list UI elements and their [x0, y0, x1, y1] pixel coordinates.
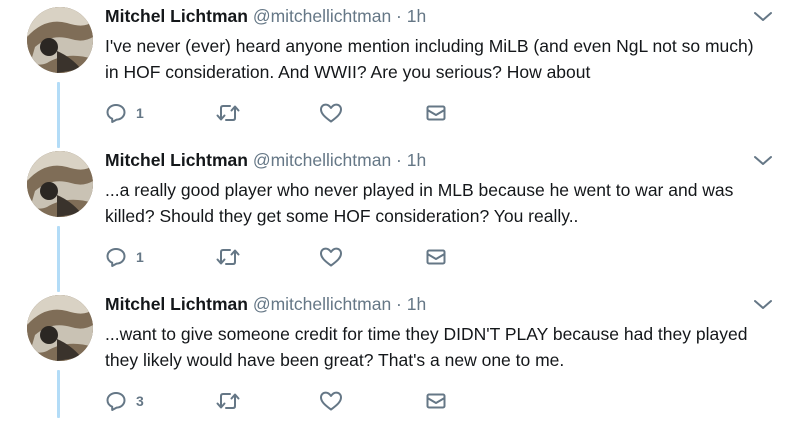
chevron-down-icon[interactable]: [752, 154, 774, 168]
reply-button[interactable]: 1: [105, 100, 144, 126]
tweet-actions: 3: [105, 388, 465, 414]
tweet-header: Mitchel Lichtman @mitchellichtman · 1h: [105, 6, 426, 27]
envelope-icon: [425, 390, 447, 412]
retweet-button[interactable]: [215, 100, 241, 126]
message-button[interactable]: [425, 100, 447, 126]
tweet-actions: 1: [105, 100, 465, 126]
reply-icon: [105, 102, 127, 124]
timestamp[interactable]: 1h: [407, 6, 426, 26]
message-button[interactable]: [425, 244, 447, 270]
heart-icon: [319, 246, 343, 268]
tweet[interactable]: Mitchel Lichtman @mitchellichtman · 1h .…: [0, 144, 800, 288]
message-button[interactable]: [425, 388, 447, 414]
timestamp[interactable]: 1h: [407, 150, 426, 170]
avatar-photo: [27, 295, 93, 361]
tweet[interactable]: Mitchel Lichtman @mitchellichtman · 1h I…: [0, 0, 800, 144]
avatar-photo: [27, 7, 93, 73]
avatar[interactable]: [27, 151, 93, 217]
tweet-text: ...want to give someone credit for time …: [105, 324, 748, 370]
tweet-text: ...a really good player who never played…: [105, 180, 734, 226]
heart-icon: [319, 390, 343, 412]
reply-count: 1: [136, 249, 144, 265]
retweet-button[interactable]: [215, 244, 241, 270]
tweet-actions: 1: [105, 244, 465, 270]
author-name[interactable]: Mitchel Lichtman: [105, 6, 248, 26]
like-button[interactable]: [319, 388, 343, 414]
chevron-down-icon[interactable]: [752, 10, 774, 24]
envelope-icon: [425, 102, 447, 124]
reply-button[interactable]: 3: [105, 388, 144, 414]
avatar[interactable]: [27, 7, 93, 73]
chevron-down-icon[interactable]: [752, 298, 774, 312]
heart-icon: [319, 102, 343, 124]
author-handle[interactable]: @mitchellichtman: [253, 6, 391, 26]
reply-icon: [105, 390, 127, 412]
retweet-icon: [215, 102, 241, 124]
avatar[interactable]: [27, 295, 93, 361]
envelope-icon: [425, 246, 447, 268]
author-name[interactable]: Mitchel Lichtman: [105, 150, 248, 170]
reply-button[interactable]: 1: [105, 244, 144, 270]
like-button[interactable]: [319, 100, 343, 126]
reply-count: 3: [136, 393, 144, 409]
separator: ·: [396, 294, 402, 314]
tweet-text: I've never (ever) heard anyone mention i…: [105, 36, 754, 82]
avatar-photo: [27, 151, 93, 217]
tweet-header: Mitchel Lichtman @mitchellichtman · 1h: [105, 294, 426, 315]
retweet-icon: [215, 390, 241, 412]
separator: ·: [396, 150, 402, 170]
reply-count: 1: [136, 105, 144, 121]
like-button[interactable]: [319, 244, 343, 270]
timestamp[interactable]: 1h: [407, 294, 426, 314]
retweet-icon: [215, 246, 241, 268]
author-handle[interactable]: @mitchellichtman: [253, 150, 391, 170]
author-name[interactable]: Mitchel Lichtman: [105, 294, 248, 314]
retweet-button[interactable]: [215, 388, 241, 414]
tweet-header: Mitchel Lichtman @mitchellichtman · 1h: [105, 150, 426, 171]
reply-icon: [105, 246, 127, 268]
author-handle[interactable]: @mitchellichtman: [253, 294, 391, 314]
tweet[interactable]: Mitchel Lichtman @mitchellichtman · 1h .…: [0, 288, 800, 432]
separator: ·: [396, 6, 402, 26]
